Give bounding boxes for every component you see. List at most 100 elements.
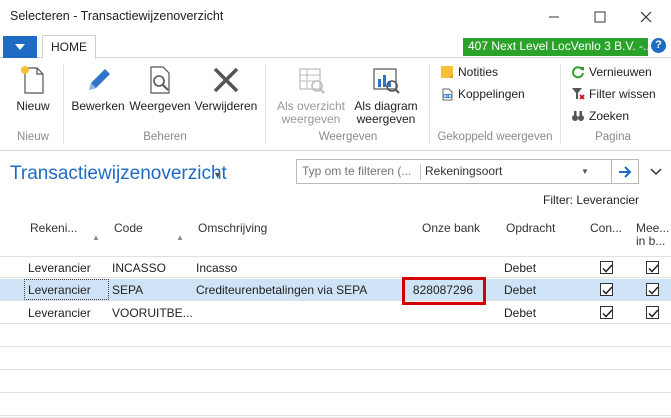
group-label-pagina: Pagina xyxy=(595,131,631,143)
cell-omschrijving: Incasso xyxy=(196,261,238,275)
company-badge[interactable]: 407 Next Level LocVenlo 3 B.V. -... xyxy=(463,38,648,56)
column-header-mee[interactable]: Mee... in b... xyxy=(636,222,669,248)
notes-icon xyxy=(441,66,453,78)
minimize-button[interactable] xyxy=(531,0,577,33)
page-title: Transactiewijzenoverzicht xyxy=(10,163,227,184)
minimize-icon xyxy=(549,16,559,17)
verwijderen-button[interactable]: Verwijderen xyxy=(193,64,259,113)
pencil-icon xyxy=(89,69,110,90)
refresh-icon xyxy=(572,66,584,79)
cell-omschrijving: Crediteurenbetalingen via SEPA xyxy=(196,283,368,297)
koppelingen-label: Koppelingen xyxy=(458,87,525,101)
table-row[interactable]: Leverancier VOORUITBE... Debet xyxy=(0,302,671,324)
dropdown-arrow-icon xyxy=(15,44,25,50)
nieuw-label: Nieuw xyxy=(16,99,50,113)
verwijderen-label: Verwijderen xyxy=(194,99,258,113)
table-row[interactable]: Leverancier INCASSO Incasso Debet xyxy=(0,256,671,278)
search-field-select[interactable]: Rekeningsoort xyxy=(425,164,502,178)
bewerken-button[interactable]: Bewerken xyxy=(70,64,126,113)
sort-arrow-icon[interactable]: ▲ xyxy=(92,233,100,242)
checkmark-icon xyxy=(648,286,659,295)
ribbon-separator xyxy=(560,64,561,144)
group-label-weergeven: Weergeven xyxy=(318,131,378,143)
sort-arrow-icon[interactable]: ▲ xyxy=(176,233,184,242)
checkmark-icon xyxy=(602,264,613,273)
maximize-button[interactable] xyxy=(577,0,623,33)
checkmark-icon xyxy=(648,309,659,318)
group-label-beheren: Beheren xyxy=(143,131,187,143)
arrow-right-icon xyxy=(619,165,632,178)
annotation-highlight-box xyxy=(402,277,486,305)
als-overzicht-label-2: weergeven xyxy=(281,112,341,126)
column-header-rekeningsoort[interactable]: Rekeni... xyxy=(30,222,77,235)
cell-code: VOORUITBE... xyxy=(112,306,193,320)
table-row-empty xyxy=(0,325,671,347)
column-header-mee-line1: Mee... xyxy=(636,221,670,235)
checkbox-mee[interactable] xyxy=(646,306,659,319)
filter-wissen-label: Filter wissen xyxy=(589,87,656,101)
checkbox-mee[interactable] xyxy=(646,261,659,274)
zoeken-button[interactable]: Zoeken xyxy=(571,109,629,123)
search-go-button[interactable] xyxy=(612,159,639,184)
notities-button[interactable]: Notities xyxy=(440,65,498,79)
chart-view-icon xyxy=(373,68,400,94)
weergeven-label: Weergeven xyxy=(129,99,191,113)
cell-rekeningsoort: Leverancier xyxy=(28,306,91,320)
als-diagram-label-1: Als diagram xyxy=(354,99,418,113)
column-header-con[interactable]: Con... xyxy=(590,222,622,235)
koppelingen-button[interactable]: Koppelingen xyxy=(440,87,525,101)
zoeken-label: Zoeken xyxy=(589,109,630,123)
search-input[interactable] xyxy=(302,164,417,178)
column-header-opdracht[interactable]: Opdracht xyxy=(506,222,555,235)
column-header-omschrijving[interactable]: Omschrijving xyxy=(198,222,267,235)
new-document-icon xyxy=(21,66,44,94)
chevron-down-icon[interactable]: ▼ xyxy=(581,167,589,176)
help-icon[interactable]: ? xyxy=(651,38,666,53)
notities-label: Notities xyxy=(458,65,499,79)
close-icon xyxy=(640,11,652,22)
ribbon-separator xyxy=(63,64,64,144)
cell-opdracht: Debet xyxy=(504,283,537,297)
filter-wissen-button[interactable]: Filter wissen xyxy=(571,87,656,101)
column-header-mee-line2: in b... xyxy=(636,234,666,248)
column-header-code[interactable]: Code xyxy=(114,222,143,235)
search-separator xyxy=(420,164,421,180)
table-row-empty xyxy=(0,371,671,393)
application-menu-button[interactable] xyxy=(3,36,37,58)
ribbon-separator xyxy=(429,64,430,144)
column-header-onze-bank[interactable]: Onze bank xyxy=(422,222,480,235)
list-view-icon xyxy=(299,68,325,94)
cell-code: SEPA xyxy=(112,283,144,297)
als-overzicht-button[interactable]: Als overzicht weergeven xyxy=(273,64,349,126)
cell-opdracht: Debet xyxy=(504,261,537,275)
checkbox-con[interactable] xyxy=(600,306,613,319)
table-row-selected[interactable]: Leverancier SEPA Crediteurenbetalingen v… xyxy=(0,279,671,301)
delete-x-icon xyxy=(213,67,239,93)
window-title: Selecteren - Transactiewijzenoverzicht xyxy=(10,9,224,23)
cell-opdracht: Debet xyxy=(504,306,537,320)
close-button[interactable] xyxy=(623,0,669,33)
view-document-icon xyxy=(150,66,170,94)
cell-rekeningsoort: Leverancier xyxy=(28,261,91,275)
checkbox-con[interactable] xyxy=(600,283,613,296)
weergeven-button[interactable]: Weergeven xyxy=(129,64,191,113)
checkbox-con[interactable] xyxy=(600,261,613,274)
checkbox-mee[interactable] xyxy=(646,283,659,296)
bewerken-label: Bewerken xyxy=(71,99,125,113)
checkmark-icon xyxy=(602,309,613,318)
als-diagram-button[interactable]: Als diagram weergeven xyxy=(349,64,423,126)
maximize-icon xyxy=(594,11,606,22)
clear-filter-icon xyxy=(572,88,585,100)
group-label-nieuw: Nieuw xyxy=(17,131,49,143)
search-box: Rekeningsoort ▼ xyxy=(296,159,612,184)
tab-home[interactable]: HOME xyxy=(42,35,96,59)
title-dropdown-icon[interactable]: ▼ xyxy=(213,170,222,180)
checkmark-icon xyxy=(602,286,613,295)
table-row-empty xyxy=(0,394,671,416)
vernieuwen-button[interactable]: Vernieuwen xyxy=(571,65,652,79)
collapse-chevron-icon[interactable] xyxy=(650,165,662,179)
nieuw-button[interactable]: Nieuw xyxy=(10,64,56,113)
vernieuwen-label: Vernieuwen xyxy=(589,65,652,79)
binoculars-icon xyxy=(572,111,584,121)
checkmark-icon xyxy=(648,264,659,273)
